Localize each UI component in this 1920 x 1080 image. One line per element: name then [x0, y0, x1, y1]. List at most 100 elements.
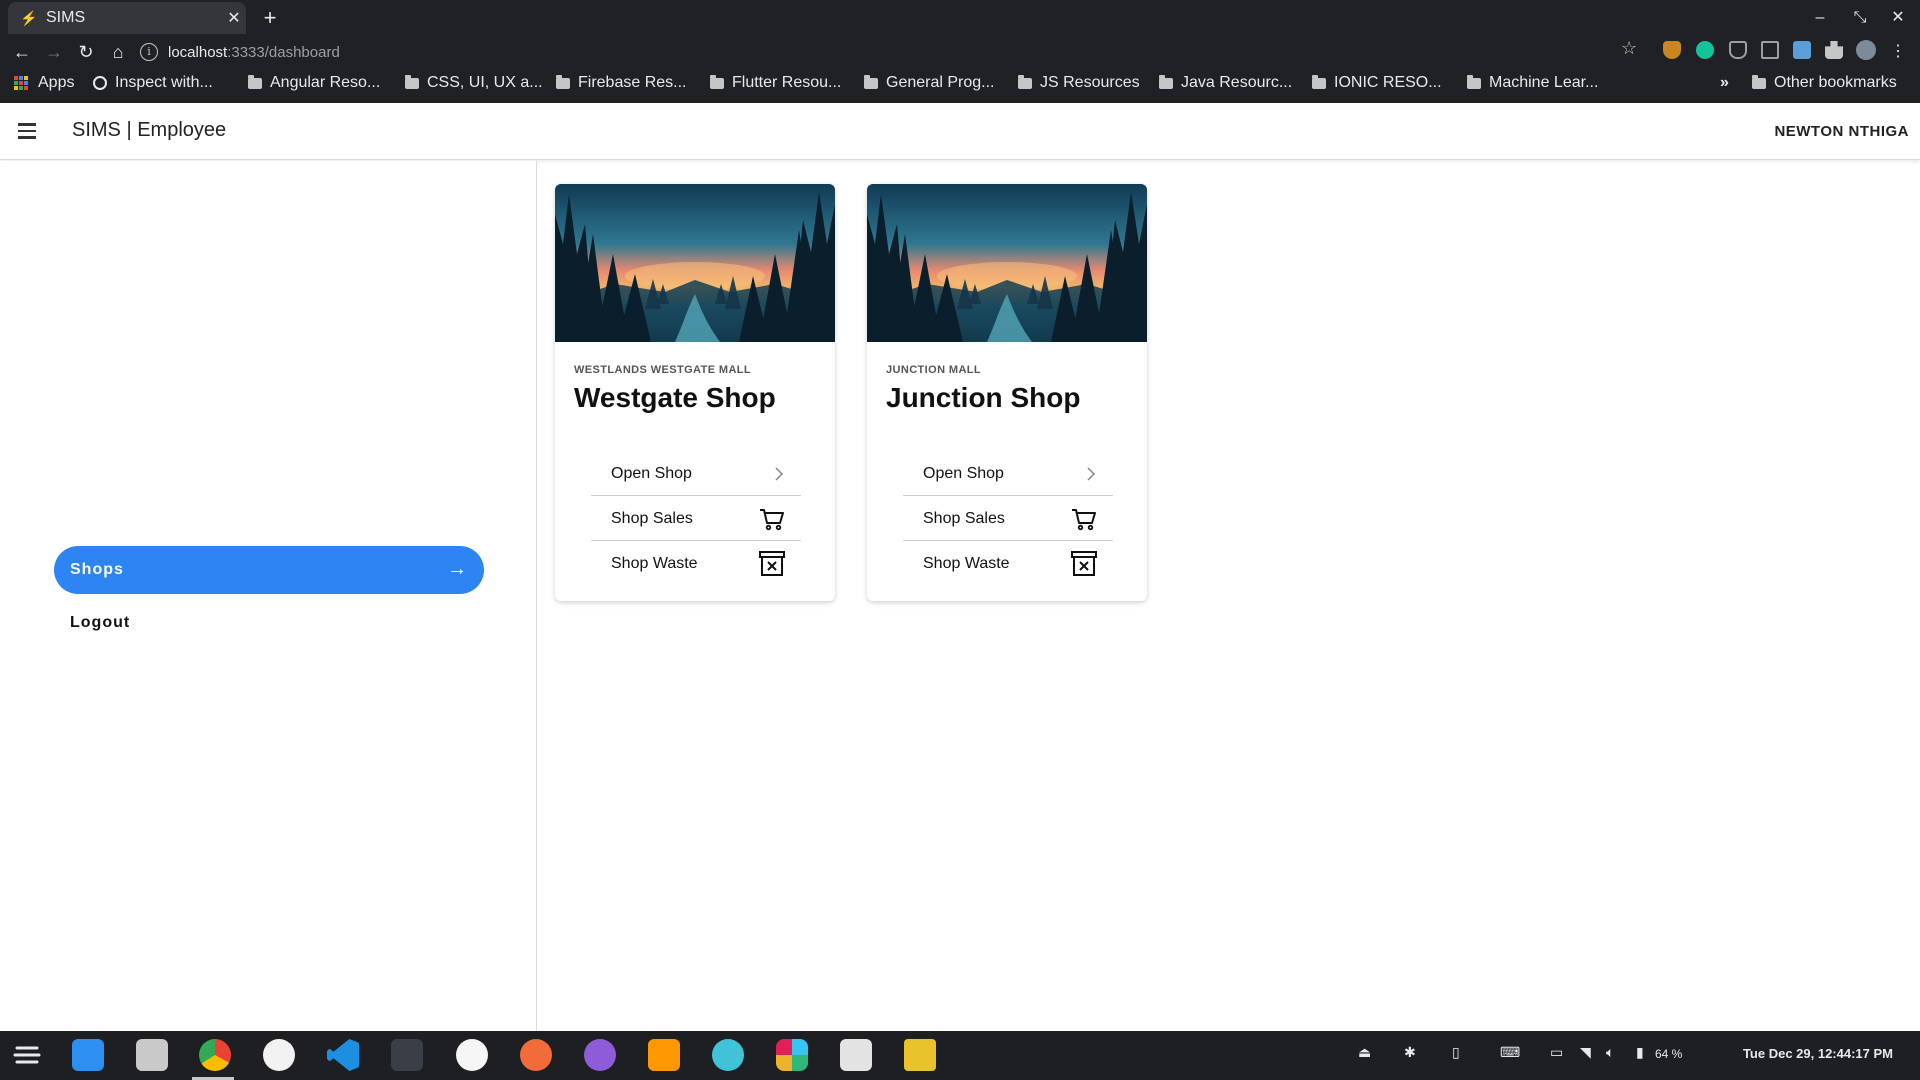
clipboard-icon[interactable]: ▯	[1452, 1044, 1460, 1061]
eject-icon[interactable]: ⏏	[1358, 1044, 1371, 1061]
rhythmbox-icon[interactable]	[904, 1039, 936, 1071]
site-info-icon[interactable]: i	[140, 43, 158, 61]
bookmark-folder[interactable]: IONIC RESO...	[1312, 74, 1442, 92]
open-shop-button[interactable]: Open Shop	[591, 452, 801, 496]
terminal-icon[interactable]	[391, 1039, 423, 1071]
sidebar-item-logout[interactable]: Logout	[70, 614, 130, 632]
open-shop-button[interactable]: Open Shop	[903, 452, 1113, 496]
folder-icon	[248, 74, 262, 89]
shop-name: Junction Shop	[886, 382, 1081, 413]
shop-sales-button[interactable]: Shop Sales	[903, 497, 1113, 541]
bookmark-folder[interactable]: General Prog...	[864, 74, 995, 92]
os-taskbar: ⏏ ✱ ▯ ⌨ ▭ ◥ 🔈︎ ▮ 64 % Tue Dec 29, 12:44:…	[0, 1031, 1920, 1080]
bookmark-folder[interactable]: Flutter Resou...	[710, 74, 841, 92]
software-store-icon[interactable]	[72, 1039, 104, 1071]
user-name[interactable]: NEWTON NTHIGA	[1774, 123, 1909, 140]
bookmarks-bar: Apps Inspect with... Angular Reso... CSS…	[0, 70, 1920, 100]
shop-waste-button[interactable]: Shop Waste	[903, 542, 1113, 586]
bookmark-inspect[interactable]: Inspect with...	[93, 74, 213, 92]
battery-level: 64 %	[1655, 1047, 1683, 1061]
grammarly-extension-icon[interactable]	[1696, 41, 1714, 59]
new-tab-button[interactable]: +	[256, 4, 284, 32]
shop-name: Westgate Shop	[574, 382, 776, 413]
shop-card: WESTLANDS WESTGATE MALL Westgate Shop Op…	[555, 184, 835, 601]
shop-location: WESTLANDS WESTGATE MALL	[574, 364, 752, 376]
keyboard-icon[interactable]: ⌨	[1500, 1044, 1520, 1061]
chevron-right-icon	[1087, 466, 1096, 481]
display-icon[interactable]: ▭	[1550, 1044, 1563, 1061]
folder-icon	[1018, 74, 1032, 89]
shop-waste-button[interactable]: Shop Waste	[591, 542, 801, 586]
postman-icon[interactable]	[520, 1039, 552, 1071]
bookmark-folder[interactable]: JS Resources	[1018, 74, 1140, 92]
tab-favicon-icon: ⚡	[20, 9, 38, 26]
zorin-menu-icon[interactable]	[11, 1039, 43, 1071]
apps-grid-icon	[14, 76, 28, 90]
cast-extension-icon[interactable]	[1761, 41, 1779, 59]
clock[interactable]: Tue Dec 29, 12:44:17 PM	[1743, 1046, 1893, 1061]
vscode-icon[interactable]	[327, 1039, 359, 1071]
sidebar: Shops → Logout	[0, 161, 537, 1031]
folder-icon	[710, 74, 724, 89]
pocket-extension-icon[interactable]	[1729, 41, 1747, 59]
minimize-button[interactable]: –	[1800, 4, 1840, 32]
folder-icon	[864, 74, 878, 89]
chrome-icon[interactable]	[199, 1039, 231, 1071]
home-button[interactable]: ⌂	[104, 38, 132, 66]
files-icon[interactable]	[136, 1039, 168, 1071]
waste-bin-icon	[759, 551, 785, 576]
app-toolbar: SIMS | Employee NEWTON NTHIGA	[0, 103, 1920, 160]
browser-chrome: ⚡ SIMS ✕ + – ⤡ ✕ ← → ↻ ⌂ i localhost:333…	[0, 0, 1920, 103]
browser-tab[interactable]: ⚡ SIMS ✕	[8, 2, 246, 34]
bookmark-folder[interactable]: Firebase Res...	[556, 74, 686, 92]
brave-shield-extension-icon[interactable]	[1663, 41, 1681, 59]
url-path: :3333/dashboard	[227, 43, 340, 61]
extension-icon[interactable]	[1793, 41, 1811, 59]
github-desktop-icon[interactable]	[584, 1039, 616, 1071]
menu-icon[interactable]	[18, 123, 38, 139]
other-bookmarks[interactable]: Other bookmarks	[1752, 74, 1897, 92]
slack-icon[interactable]	[776, 1039, 808, 1071]
cart-icon	[760, 508, 784, 530]
puzzle-extensions-icon[interactable]	[1825, 41, 1843, 59]
back-button[interactable]: ←	[8, 38, 36, 66]
forward-button[interactable]: →	[40, 38, 68, 66]
wifi-icon[interactable]: ◥	[1580, 1044, 1591, 1061]
url-host: localhost	[168, 43, 228, 61]
tab-close-icon[interactable]: ✕	[222, 8, 246, 28]
battery-icon[interactable]: ▮	[1636, 1044, 1644, 1061]
address-bar[interactable]: i localhost:3333/dashboard	[140, 37, 1640, 67]
app-title: SIMS | Employee	[72, 119, 227, 141]
bookmark-folder[interactable]: Angular Reso...	[248, 74, 380, 92]
bookmark-folder[interactable]: CSS, UI, UX a...	[405, 74, 543, 92]
slack-tray-icon[interactable]: ✱	[1404, 1044, 1416, 1061]
tab-title: SIMS	[46, 9, 86, 26]
folder-icon	[556, 74, 570, 89]
close-window-button[interactable]: ✕	[1878, 4, 1918, 32]
shop-sales-button[interactable]: Shop Sales	[591, 497, 801, 541]
bookmark-folder[interactable]: Java Resourc...	[1159, 74, 1292, 92]
restore-button[interactable]: ⤡	[1840, 4, 1880, 32]
globe-icon	[93, 76, 107, 90]
sublime-text-icon[interactable]	[648, 1039, 680, 1071]
folder-icon	[1752, 74, 1766, 89]
mongodb-compass-icon[interactable]	[456, 1039, 488, 1071]
notes-icon[interactable]	[840, 1039, 872, 1071]
bookmark-star-icon[interactable]: ☆	[1621, 38, 1637, 59]
volume-icon[interactable]: 🔈︎	[1606, 1044, 1614, 1061]
bookmark-folder[interactable]: Machine Lear...	[1467, 74, 1598, 92]
folder-icon	[1312, 74, 1326, 89]
mail-icon[interactable]	[712, 1039, 744, 1071]
arrow-right-icon: →	[447, 558, 468, 580]
shop-location: JUNCTION MALL	[886, 364, 982, 376]
reload-button[interactable]: ↻	[72, 38, 100, 66]
chevron-right-icon	[775, 466, 784, 481]
wps-writer-icon[interactable]	[263, 1039, 295, 1071]
sidebar-item-shops[interactable]: Shops →	[54, 546, 484, 594]
profile-avatar-icon[interactable]	[1856, 40, 1876, 60]
bookmarks-overflow-button[interactable]: »	[1720, 74, 1729, 92]
browser-menu-icon[interactable]: ⋮	[1884, 38, 1912, 66]
cart-icon	[1072, 508, 1096, 530]
waste-bin-icon	[1071, 551, 1097, 576]
bookmark-apps[interactable]: Apps	[14, 74, 74, 92]
